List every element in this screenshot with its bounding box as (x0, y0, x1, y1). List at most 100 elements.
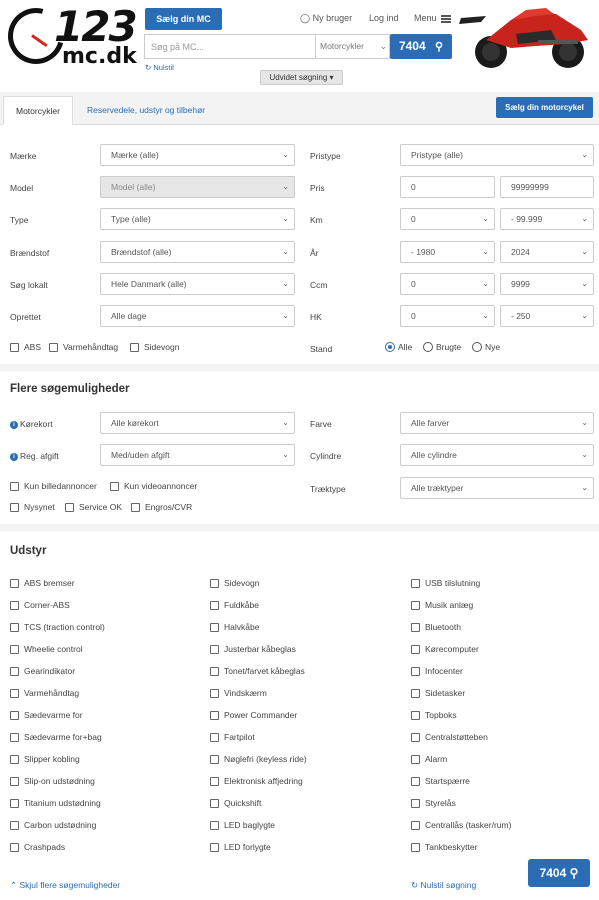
equipment-checkbox[interactable]: ABS bremser (10, 578, 75, 588)
checkbox-box[interactable] (10, 776, 19, 786)
checkbox-box[interactable] (130, 342, 139, 352)
checkbox-heated-grips[interactable]: Varmehåndtag (49, 342, 118, 352)
equipment-checkbox[interactable]: Nøglefri (keyless ride) (210, 754, 307, 764)
radio-dot[interactable] (423, 342, 433, 352)
select-km-from[interactable]: 0 ⌄ (400, 208, 495, 230)
select-license[interactable]: Alle kørekort ⌄ (100, 412, 295, 434)
select-km-to[interactable]: - 99.999 ⌄ (500, 208, 594, 230)
equipment-checkbox[interactable]: Justerbar kåbeglas (210, 644, 296, 654)
select-location[interactable]: Hele Danmark (alle) ⌄ (100, 273, 295, 295)
equipment-checkbox[interactable]: Centralstøtteben (411, 732, 488, 742)
checkbox-video-ads[interactable]: Kun videoannoncer (110, 481, 197, 491)
equipment-checkbox[interactable]: USB tilslutning (411, 578, 480, 588)
checkbox-box[interactable] (411, 600, 420, 610)
sell-motorcycle-button[interactable]: Sælg din motorcykel (496, 97, 593, 118)
select-color[interactable]: Alle farver ⌄ (400, 412, 594, 434)
input-price-from[interactable]: 0 (400, 176, 495, 198)
equipment-checkbox[interactable]: Sidevogn (210, 578, 259, 588)
checkbox-box[interactable] (10, 342, 19, 352)
checkbox-box[interactable] (110, 481, 119, 491)
select-brand[interactable]: Mærke (alle) ⌄ (100, 144, 295, 166)
select-drive-type[interactable]: Alle træktyper ⌄ (400, 477, 594, 499)
radio-all[interactable]: Alle (385, 342, 412, 352)
checkbox-box[interactable] (10, 502, 19, 512)
checkbox-box[interactable] (10, 688, 19, 698)
select-price-type[interactable]: Pristype (alle) ⌄ (400, 144, 594, 166)
checkbox-box[interactable] (210, 600, 219, 610)
checkbox-box[interactable] (10, 600, 19, 610)
reset-link[interactable]: ↻ Nulstil (145, 63, 174, 72)
search-count-button[interactable]: 7404 ⚲ (390, 34, 452, 59)
hide-more-options-link[interactable]: ⌃ Skjul flere søgemuligheder (10, 880, 120, 891)
login-link[interactable]: Log ind (369, 13, 399, 23)
select-fuel[interactable]: Brændstof (alle) ⌄ (100, 241, 295, 263)
checkbox-box[interactable] (131, 502, 140, 512)
select-hp-from[interactable]: 0 ⌄ (400, 305, 495, 327)
equipment-checkbox[interactable]: Corner-ABS (10, 600, 70, 610)
equipment-checkbox[interactable]: Quickshift (210, 798, 261, 808)
select-created[interactable]: Alle dage ⌄ (100, 305, 295, 327)
checkbox-box[interactable] (411, 798, 420, 808)
advanced-search-button[interactable]: Udvidet søgning ▾ (260, 70, 343, 85)
equipment-checkbox[interactable]: Sidetasker (411, 688, 465, 698)
checkbox-box[interactable] (411, 622, 420, 632)
checkbox-box[interactable] (10, 622, 19, 632)
checkbox-box[interactable] (210, 578, 219, 588)
equipment-checkbox[interactable]: Styrelås (411, 798, 456, 808)
checkbox-box[interactable] (10, 644, 19, 654)
info-icon[interactable]: i (10, 420, 18, 429)
select-hp-to[interactable]: - 250 ⌄ (500, 305, 594, 327)
checkbox-box[interactable] (411, 666, 420, 676)
checkbox-box[interactable] (10, 820, 19, 830)
select-year-to[interactable]: 2024 ⌄ (500, 241, 594, 263)
equipment-checkbox[interactable]: Tankbeskytter (411, 842, 477, 852)
new-user-link[interactable]: ◯ Ny bruger (300, 13, 352, 24)
checkbox-box[interactable] (210, 622, 219, 632)
checkbox-abs[interactable]: ABS (10, 342, 41, 352)
checkbox-box[interactable] (65, 502, 74, 512)
equipment-checkbox[interactable]: LED forlygte (210, 842, 271, 852)
equipment-checkbox[interactable]: Slip-on udstødning (10, 776, 95, 786)
equipment-checkbox[interactable]: Slipper kobling (10, 754, 80, 764)
site-logo[interactable]: 123 mc.dk (0, 0, 138, 75)
checkbox-box[interactable] (210, 644, 219, 654)
floating-search-button[interactable]: 7404 ⚲ (528, 859, 590, 887)
checkbox-box[interactable] (210, 666, 219, 676)
checkbox-box[interactable] (210, 842, 219, 852)
checkbox-box[interactable] (210, 710, 219, 720)
select-type[interactable]: Type (alle) ⌄ (100, 208, 295, 230)
checkbox-box[interactable] (210, 732, 219, 742)
reset-search-link[interactable]: ↻ Nulstil søgning (411, 880, 476, 891)
equipment-checkbox[interactable]: Infocenter (411, 666, 463, 676)
sell-mc-button[interactable]: Sælg din MC (145, 8, 222, 30)
equipment-checkbox[interactable]: LED baglygte (210, 820, 275, 830)
checkbox-box[interactable] (210, 820, 219, 830)
equipment-checkbox[interactable]: Halvkåbe (210, 622, 259, 632)
radio-new[interactable]: Nye (472, 342, 500, 352)
search-input[interactable]: Søg på MC... (151, 42, 204, 52)
select-model[interactable]: Model (alle) ⌄ (100, 176, 295, 198)
checkbox-box[interactable] (411, 732, 420, 742)
checkbox-box[interactable] (411, 820, 420, 830)
equipment-checkbox[interactable]: Fartpilot (210, 732, 255, 742)
checkbox-box[interactable] (10, 666, 19, 676)
equipment-checkbox[interactable]: Sædevarme for+bag (10, 732, 102, 742)
tab-motorcycles[interactable]: Motorcykler (3, 96, 73, 125)
input-price-to[interactable]: 99999999 (500, 176, 594, 198)
checkbox-box[interactable] (210, 688, 219, 698)
equipment-checkbox[interactable]: Fuldkåbe (210, 600, 259, 610)
checkbox-box[interactable] (411, 688, 420, 698)
checkbox-box[interactable] (210, 776, 219, 786)
checkbox-image-ads[interactable]: Kun billedannoncer (10, 481, 97, 491)
equipment-checkbox[interactable]: Vindskærm (210, 688, 267, 698)
checkbox-box[interactable] (10, 481, 19, 491)
select-cylinders[interactable]: Alle cylindre ⌄ (400, 444, 594, 466)
tab-parts[interactable]: Reservedele, udstyr og tilbehør (75, 96, 217, 125)
checkbox-box[interactable] (210, 798, 219, 808)
equipment-checkbox[interactable]: Alarm (411, 754, 447, 764)
equipment-checkbox[interactable]: Bluetooth (411, 622, 461, 632)
checkbox-inspected[interactable]: Nysynet (10, 502, 55, 512)
select-year-from[interactable]: - 1980 ⌄ (400, 241, 495, 263)
equipment-checkbox[interactable]: Titanium udstødning (10, 798, 101, 808)
checkbox-box[interactable] (411, 710, 420, 720)
